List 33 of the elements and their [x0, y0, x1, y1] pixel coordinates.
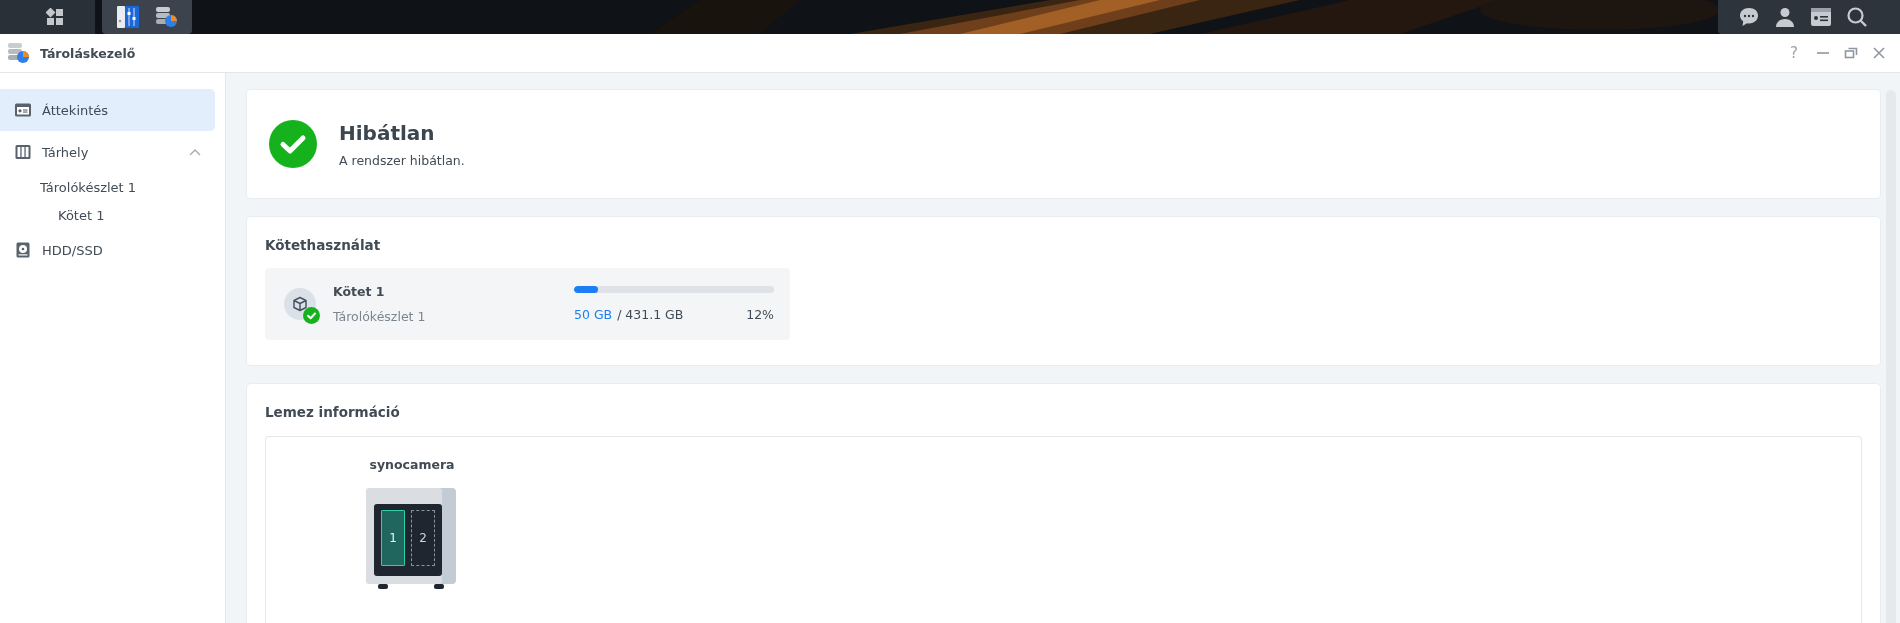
overview-icon [14, 101, 32, 119]
user-icon[interactable] [1774, 6, 1796, 28]
drive-slot[interactable]: 2 [411, 510, 435, 566]
status-title: Hibátlan [339, 120, 436, 145]
healthy-check-icon [269, 120, 317, 168]
search-icon[interactable] [1846, 6, 1868, 28]
window-title: Tároláskezelő [40, 45, 136, 61]
control-panel-icon[interactable] [116, 5, 140, 29]
sidebar-item[interactable]: Áttekintés [0, 89, 215, 131]
sidebar-item[interactable]: HDD/SSD [0, 229, 215, 271]
section-title: Kötethasználat [265, 237, 382, 253]
sidebar-item[interactable]: Kötet 1 [0, 201, 215, 229]
status-message: A rendszer hibátlan. [339, 152, 465, 168]
sidebar-item[interactable]: Tárolókészlet 1 [0, 173, 215, 201]
close-icon[interactable] [1872, 46, 1886, 60]
widgets-icon[interactable] [1810, 6, 1832, 28]
healthy-check-icon [303, 307, 320, 324]
pool-name: Tárolókészlet 1 [333, 309, 427, 324]
restore-icon[interactable] [1844, 46, 1858, 60]
drive-slot[interactable]: 1 [381, 510, 405, 566]
apps-icon[interactable] [46, 8, 64, 26]
hard-drive-icon [14, 241, 32, 259]
section-title: Lemez információ [265, 404, 401, 420]
storage-icon [14, 143, 32, 161]
used-size: 50 GB [574, 307, 613, 322]
sidebar-item[interactable]: Tárhely [0, 131, 215, 173]
storage-manager-icon [6, 41, 30, 65]
storage-manager-icon[interactable] [154, 5, 178, 29]
chat-icon[interactable] [1738, 6, 1760, 28]
total-size: / 431.1 GB [617, 307, 684, 322]
volume-name: Kötet 1 [333, 284, 386, 299]
device-name: synocamera [368, 457, 456, 472]
usage-percent: 12% [746, 307, 774, 322]
